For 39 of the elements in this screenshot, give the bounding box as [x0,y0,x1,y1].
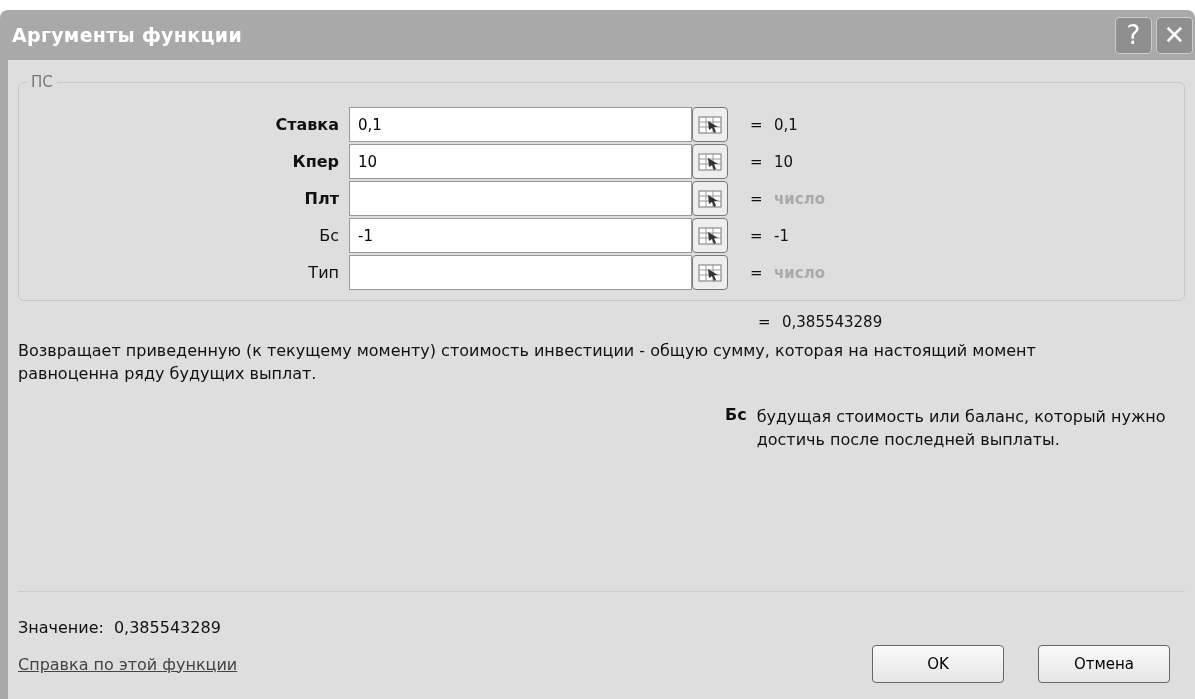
range-select-icon [698,262,722,283]
help-link[interactable]: Справка по этой функции [18,654,238,674]
argument-label: Тип [307,263,340,282]
equals-sign: = [750,152,764,171]
equals-sign: = [750,263,764,282]
value-text: 0,385543289 [113,618,221,637]
formula-result: 0,385543289 [782,313,883,331]
argument-label: Кпер [291,152,340,171]
range-select-icon [698,151,722,172]
range-select-button[interactable] [692,181,728,216]
function-description: Возвращает приведенную (к текущему моменту) стоимость инвестиции - общую сумму, которая на настоящий момент равноценна ряду будущих выплат. [18,340,1037,385]
argument-field[interactable] [349,181,692,216]
value-label: Значение: [18,618,104,637]
argument-description: будущая стоимость или баланс, который нужно достичь после последней выплаты. [756,406,1167,451]
argument-label: Бс [318,226,340,245]
equals-sign: = [750,189,764,208]
argument-field[interactable]: 0,1 [349,107,692,142]
argument-result: -1 [774,226,789,245]
range-select-button[interactable] [692,107,728,142]
argument-name: Бс [725,405,747,426]
range-select-icon [698,225,722,246]
range-select-icon [698,188,722,209]
argument-label: Ставка [274,115,340,134]
range-select-button[interactable] [692,255,728,290]
argument-result: 10 [774,152,794,171]
argument-label: Плт [303,189,340,208]
argument-field[interactable] [349,255,692,290]
ok-button[interactable]: OK [872,645,1004,683]
range-select-icon [698,114,722,135]
range-select-button[interactable] [692,218,728,253]
window-title: Аргументы функции [12,24,243,46]
argument-field[interactable]: -1 [349,218,692,253]
cancel-button[interactable]: Отмена [1038,645,1170,683]
equals-sign: = [758,313,772,331]
argument-result: 0,1 [774,115,798,134]
argument-field[interactable]: 10 [349,144,692,179]
equals-sign: = [750,115,764,134]
equals-sign: = [750,226,764,245]
range-select-button[interactable] [692,144,728,179]
